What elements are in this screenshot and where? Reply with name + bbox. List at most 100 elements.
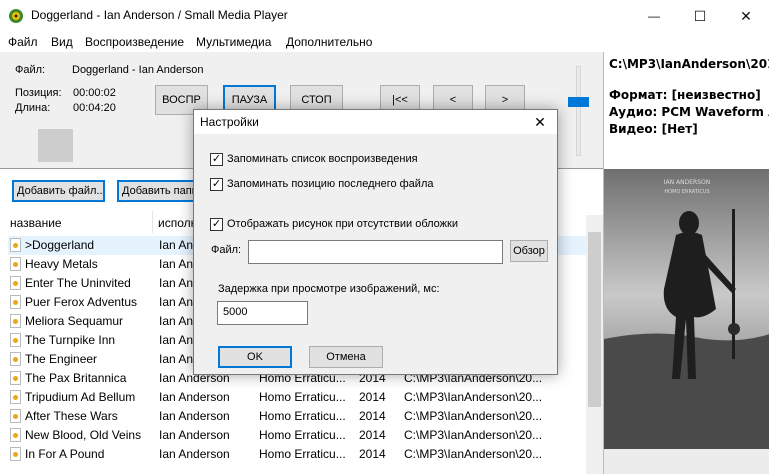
cell-artist: Ian Anderson [159,447,230,461]
cell-year: 2014 [359,409,386,423]
cell-year: 2014 [359,447,386,461]
playlist-scroll-thumb[interactable] [588,232,601,407]
column-header-separator[interactable] [152,211,153,233]
length-value: 00:04:20 [73,102,116,114]
info-audio: Аудио: PCM Waveform A [609,105,769,119]
menu-view[interactable]: Вид [51,35,73,49]
minimize-icon: — [648,9,660,23]
audio-file-icon [10,352,21,366]
cell-title: Tripudium Ad Bellum [25,390,136,404]
settings-dialog: Настройки ✕ ✓ Запоминать список воспроиз… [193,109,558,375]
cell-title: The Turnpike Inn [25,333,116,347]
minimize-button[interactable]: — [631,0,677,32]
cover-album-text: HOMO ERRATICUS [664,189,709,195]
menu-file[interactable]: Файл [8,35,38,49]
table-row[interactable]: Tripudium Ad Bellum Ian Anderson Homo Erra… [8,388,586,407]
album-cover-image: IAN ANDERSON HOMO ERRATICUS [604,169,769,474]
table-row[interactable]: New Blood, Old Veins Ian Anderson Homo Err… [8,426,586,445]
image-delay-input[interactable]: 5000 [217,301,308,325]
cell-album: Homo Erraticu... [259,409,346,423]
cell-path: C:\MP3\IanAnderson\20... [404,447,543,461]
cell-title: In For A Pound [25,447,105,461]
position-value: 00:00:02 [73,87,116,99]
cell-title: Meliora Sequamur [25,314,124,328]
cell-path: C:\MP3\IanAnderson\20... [404,428,543,442]
menu-bar: Файл Вид Воспроизведение Мультимедиа Доп… [0,32,769,52]
cell-title: >Doggerland [25,238,95,252]
audio-file-icon [10,390,21,404]
menu-playback[interactable]: Воспроизведение [85,35,184,49]
cell-artist: Ian Anderson [159,409,230,423]
remember-position-label[interactable]: Запоминать позицию последнего файла [227,178,433,190]
volume-slider-thumb[interactable] [568,97,589,107]
column-header-artist[interactable]: исполнитель [158,216,198,230]
cover-artist-text: IAN ANDERSON [664,179,710,186]
audio-file-icon [10,428,21,442]
cell-title: The Pax Britannica [25,371,127,385]
media-info-pane: C:\MP3\IanAnderson\201 Формат: [неизвест… [603,52,769,169]
menu-extra[interactable]: Дополнительно [286,35,372,49]
cell-album: Homo Erraticu... [259,428,346,442]
table-row[interactable]: After These Wars Ian Anderson Homo Erratic… [8,407,586,426]
cell-title: Heavy Metals [25,257,98,271]
info-video: Видео: [Нет] [609,122,698,136]
check-icon: ✓ [211,178,222,190]
seek-scroll-thumb[interactable] [38,129,73,162]
add-file-button[interactable]: Добавить файл.. [12,180,105,202]
cell-title: After These Wars [25,409,118,423]
cell-title: Puer Ferox Adventus [25,295,138,309]
cell-album: Homo Erraticu... [259,447,346,461]
audio-file-icon [10,371,21,385]
ok-button[interactable]: OK [218,346,292,368]
audio-file-icon [10,447,21,461]
maximize-icon: ☐ [693,7,707,24]
image-file-input[interactable] [248,240,503,264]
remember-playlist-checkbox[interactable]: ✓ [210,153,223,166]
audio-file-icon [10,314,21,328]
browse-button[interactable]: Обзор [510,240,548,262]
maximize-button[interactable]: ☐ [677,0,723,32]
album-art-pane: IAN ANDERSON HOMO ERRATICUS [603,169,769,474]
table-row[interactable]: In For A Pound Ian Anderson Homo Erraticu.… [8,445,586,464]
dialog-title: Настройки [200,115,259,129]
audio-file-icon [10,238,21,252]
file-label: Файл: [15,64,46,76]
file-value: Doggerland - Ian Anderson [72,64,204,76]
cell-path: C:\MP3\IanAnderson\20... [404,409,543,423]
close-icon: ✕ [740,7,752,24]
info-format: Формат: [неизвестно] [609,88,761,102]
cell-year: 2014 [359,390,386,404]
image-file-label: Файл: [211,244,242,256]
cell-year: 2014 [359,428,386,442]
image-delay-label: Задержка при просмотре изображений, мс: [218,283,440,295]
audio-file-icon [10,276,21,290]
cancel-button[interactable]: Отмена [309,346,383,368]
cell-title: New Blood, Old Veins [25,428,142,442]
cell-title: Enter The Uninvited [25,276,131,290]
close-icon: ✕ [534,113,546,130]
menu-multimedia[interactable]: Мультимедиа [196,35,271,49]
cell-artist: Ian Anderson [159,428,230,442]
audio-file-icon [10,333,21,347]
cell-album: Homo Erraticu... [259,390,346,404]
show-default-image-label[interactable]: Отображать рисунок при отсутствии обложк… [227,218,458,230]
app-icon [8,8,24,24]
window-title: Doggerland - Ian Anderson / Small Media … [31,8,288,22]
remember-position-checkbox[interactable]: ✓ [210,178,223,191]
add-folder-button[interactable]: Добавить папку [117,180,197,202]
show-default-image-checkbox[interactable]: ✓ [210,218,223,231]
volume-track[interactable] [576,66,581,156]
dialog-close-button[interactable]: ✕ [530,112,550,132]
audio-file-icon [10,257,21,271]
audio-file-icon [10,409,21,423]
title-bar[interactable]: Doggerland - Ian Anderson / Small Media … [0,0,769,32]
cell-title: The Engineer [25,352,98,366]
column-header-name[interactable]: название [10,216,62,230]
remember-playlist-label[interactable]: Запоминать список воспроизведения [227,153,418,165]
close-button[interactable]: ✕ [723,0,769,32]
dialog-title-bar[interactable]: Настройки ✕ [194,110,557,134]
cell-artist: Ian Anderson [159,390,230,404]
position-label: Позиция: [15,87,62,99]
check-icon: ✓ [211,218,222,230]
cell-path: C:\MP3\IanAnderson\20... [404,390,543,404]
